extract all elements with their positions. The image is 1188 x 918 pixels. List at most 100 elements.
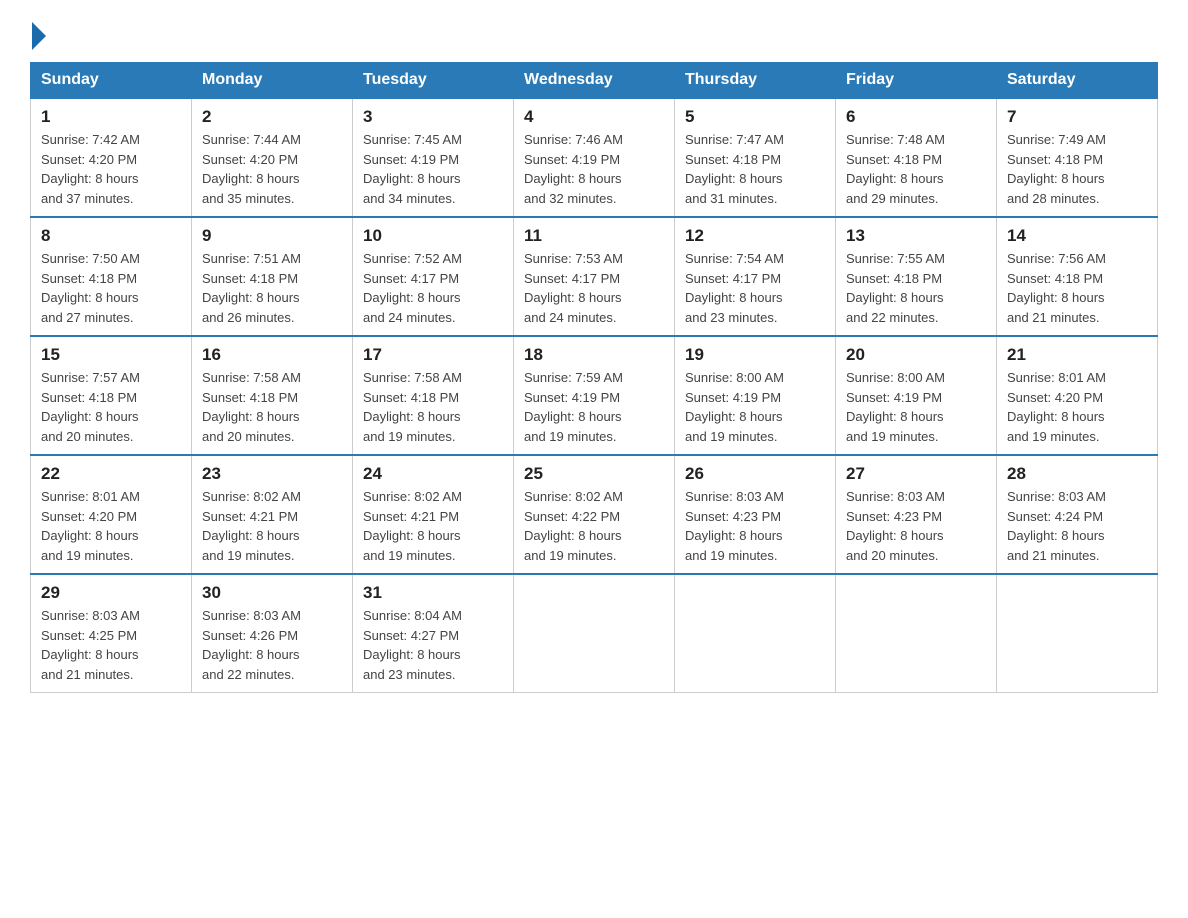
day-number: 11 [524,226,664,246]
day-info: Sunrise: 8:03 AMSunset: 4:24 PMDaylight:… [1007,489,1106,563]
week-row-4: 22 Sunrise: 8:01 AMSunset: 4:20 PMDayligh… [31,455,1158,574]
day-cell-2: 2 Sunrise: 7:44 AMSunset: 4:20 PMDaylight… [192,98,353,217]
day-info: Sunrise: 7:49 AMSunset: 4:18 PMDaylight:… [1007,132,1106,206]
day-cell-29: 29Sunrise: 8:03 AMSunset: 4:25 PMDayligh… [31,574,192,693]
day-info: Sunrise: 7:42 AMSunset: 4:20 PMDaylight:… [41,132,140,206]
day-cell-4: 4Sunrise: 7:46 AMSunset: 4:19 PMDaylight… [514,98,675,217]
day-cell-17: 17Sunrise: 7:58 AMSunset: 4:18 PMDayligh… [353,336,514,455]
day-info: Sunrise: 8:03 AMSunset: 4:23 PMDaylight:… [685,489,784,563]
day-cell-6: 6 Sunrise: 7:48 AMSunset: 4:18 PMDaylight… [836,98,997,217]
day-info: Sunrise: 7:58 AMSunset: 4:18 PMDaylight:… [202,370,301,444]
day-number: 28 [1007,464,1147,484]
day-cell-14: 14Sunrise: 7:56 AMSunset: 4:18 PMDayligh… [997,217,1158,336]
header-monday: Monday [192,63,353,99]
week-row-5: 29Sunrise: 8:03 AMSunset: 4:25 PMDayligh… [31,574,1158,693]
empty-cell-w4-d3 [514,574,675,693]
day-cell-25: 25 Sunrise: 8:02 AMSunset: 4:22 PMDayligh… [514,455,675,574]
day-number: 9 [202,226,342,246]
day-number: 19 [685,345,825,365]
calendar-table: SundayMondayTuesdayWednesdayThursdayFrid… [30,62,1158,693]
logo-triangle-icon [32,22,46,50]
day-number: 12 [685,226,825,246]
day-number: 26 [685,464,825,484]
day-info: Sunrise: 7:54 AMSunset: 4:17 PMDaylight:… [685,251,784,325]
day-info: Sunrise: 8:00 AMSunset: 4:19 PMDaylight:… [685,370,784,444]
day-cell-3: 3 Sunrise: 7:45 AMSunset: 4:19 PMDaylight… [353,98,514,217]
page-header [30,20,1158,44]
header-wednesday: Wednesday [514,63,675,99]
header-saturday: Saturday [997,63,1158,99]
day-number: 31 [363,583,503,603]
day-cell-27: 27 Sunrise: 8:03 AMSunset: 4:23 PMDayligh… [836,455,997,574]
day-info: Sunrise: 7:44 AMSunset: 4:20 PMDaylight:… [202,132,301,206]
day-cell-23: 23 Sunrise: 8:02 AMSunset: 4:21 PMDayligh… [192,455,353,574]
day-number: 7 [1007,107,1147,127]
day-info: Sunrise: 8:03 AMSunset: 4:23 PMDaylight:… [846,489,945,563]
header-tuesday: Tuesday [353,63,514,99]
header-thursday: Thursday [675,63,836,99]
day-info: Sunrise: 8:04 AMSunset: 4:27 PMDaylight:… [363,608,462,682]
day-cell-7: 7 Sunrise: 7:49 AMSunset: 4:18 PMDaylight… [997,98,1158,217]
day-info: Sunrise: 7:51 AMSunset: 4:18 PMDaylight:… [202,251,301,325]
day-number: 16 [202,345,342,365]
day-cell-12: 12 Sunrise: 7:54 AMSunset: 4:17 PMDayligh… [675,217,836,336]
day-number: 23 [202,464,342,484]
day-number: 10 [363,226,503,246]
day-info: Sunrise: 8:01 AMSunset: 4:20 PMDaylight:… [1007,370,1106,444]
day-number: 4 [524,107,664,127]
day-info: Sunrise: 7:55 AMSunset: 4:18 PMDaylight:… [846,251,945,325]
day-cell-20: 20 Sunrise: 8:00 AMSunset: 4:19 PMDayligh… [836,336,997,455]
day-cell-1: 1 Sunrise: 7:42 AMSunset: 4:20 PMDaylight… [31,98,192,217]
day-number: 21 [1007,345,1147,365]
day-number: 2 [202,107,342,127]
day-info: Sunrise: 8:03 AMSunset: 4:26 PMDaylight:… [202,608,301,682]
day-info: Sunrise: 7:48 AMSunset: 4:18 PMDaylight:… [846,132,945,206]
day-cell-16: 16 Sunrise: 7:58 AMSunset: 4:18 PMDayligh… [192,336,353,455]
day-cell-13: 13 Sunrise: 7:55 AMSunset: 4:18 PMDayligh… [836,217,997,336]
day-number: 6 [846,107,986,127]
day-number: 24 [363,464,503,484]
day-info: Sunrise: 7:45 AMSunset: 4:19 PMDaylight:… [363,132,462,206]
day-cell-24: 24Sunrise: 8:02 AMSunset: 4:21 PMDayligh… [353,455,514,574]
logo [30,20,46,44]
day-cell-28: 28 Sunrise: 8:03 AMSunset: 4:24 PMDayligh… [997,455,1158,574]
day-cell-26: 26 Sunrise: 8:03 AMSunset: 4:23 PMDayligh… [675,455,836,574]
day-number: 22 [41,464,181,484]
day-number: 18 [524,345,664,365]
day-cell-11: 11 Sunrise: 7:53 AMSunset: 4:17 PMDayligh… [514,217,675,336]
header-sunday: Sunday [31,63,192,99]
day-info: Sunrise: 8:02 AMSunset: 4:21 PMDaylight:… [202,489,301,563]
calendar-header-row: SundayMondayTuesdayWednesdayThursdayFrid… [31,63,1158,99]
day-cell-15: 15 Sunrise: 7:57 AMSunset: 4:18 PMDayligh… [31,336,192,455]
week-row-2: 8 Sunrise: 7:50 AMSunset: 4:18 PMDaylight… [31,217,1158,336]
day-info: Sunrise: 8:02 AMSunset: 4:22 PMDaylight:… [524,489,623,563]
day-info: Sunrise: 7:47 AMSunset: 4:18 PMDaylight:… [685,132,784,206]
day-number: 27 [846,464,986,484]
day-number: 25 [524,464,664,484]
day-number: 1 [41,107,181,127]
empty-cell-w4-d5 [836,574,997,693]
day-number: 30 [202,583,342,603]
day-info: Sunrise: 7:50 AMSunset: 4:18 PMDaylight:… [41,251,140,325]
day-cell-18: 18 Sunrise: 7:59 AMSunset: 4:19 PMDayligh… [514,336,675,455]
empty-cell-w4-d6 [997,574,1158,693]
day-cell-31: 31 Sunrise: 8:04 AMSunset: 4:27 PMDayligh… [353,574,514,693]
day-number: 3 [363,107,503,127]
day-number: 20 [846,345,986,365]
day-cell-10: 10Sunrise: 7:52 AMSunset: 4:17 PMDayligh… [353,217,514,336]
empty-cell-w4-d4 [675,574,836,693]
week-row-3: 15 Sunrise: 7:57 AMSunset: 4:18 PMDayligh… [31,336,1158,455]
day-info: Sunrise: 7:53 AMSunset: 4:17 PMDaylight:… [524,251,623,325]
day-number: 8 [41,226,181,246]
day-info: Sunrise: 7:56 AMSunset: 4:18 PMDaylight:… [1007,251,1106,325]
day-info: Sunrise: 7:57 AMSunset: 4:18 PMDaylight:… [41,370,140,444]
day-cell-22: 22 Sunrise: 8:01 AMSunset: 4:20 PMDayligh… [31,455,192,574]
day-number: 15 [41,345,181,365]
day-info: Sunrise: 8:01 AMSunset: 4:20 PMDaylight:… [41,489,140,563]
day-info: Sunrise: 8:00 AMSunset: 4:19 PMDaylight:… [846,370,945,444]
header-friday: Friday [836,63,997,99]
day-cell-5: 5Sunrise: 7:47 AMSunset: 4:18 PMDaylight… [675,98,836,217]
day-cell-9: 9 Sunrise: 7:51 AMSunset: 4:18 PMDaylight… [192,217,353,336]
day-number: 13 [846,226,986,246]
day-info: Sunrise: 7:59 AMSunset: 4:19 PMDaylight:… [524,370,623,444]
